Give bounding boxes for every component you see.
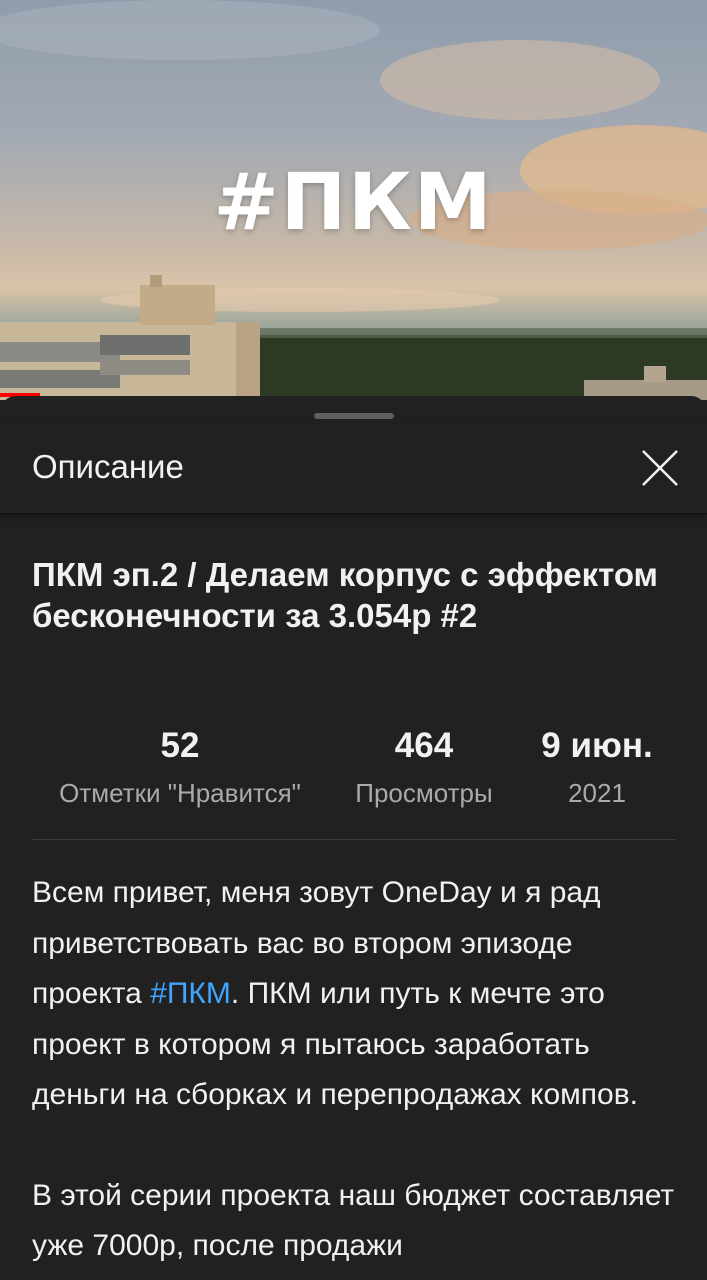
- publish-year: 2021: [568, 778, 626, 808]
- likes-stat: 52 Отметки "Нравится": [40, 726, 320, 809]
- divider: [32, 839, 676, 840]
- sheet-title: Описание: [32, 448, 184, 485]
- likes-label: Отметки "Нравится": [59, 778, 301, 808]
- description-paragraph: Всем привет, меня зовут OneDay и я рад п…: [32, 868, 682, 1121]
- views-count: 464: [394, 726, 454, 765]
- publish-date: 9 июн.: [541, 726, 653, 765]
- sheet-header: Описание: [0, 424, 707, 514]
- video-player[interactable]: #ПКМ: [0, 0, 707, 400]
- views-stat: 464 Просмотры: [334, 726, 514, 809]
- close-icon: [642, 450, 678, 486]
- views-label: Просмотры: [355, 778, 493, 808]
- description-paragraph: В этой серии проекта наш бюджет составля…: [32, 1178, 675, 1263]
- video-overlay-title: #ПКМ: [213, 158, 494, 248]
- close-button[interactable]: [634, 442, 686, 494]
- drag-handle[interactable]: [314, 413, 394, 419]
- description-text: Всем привет, меня зовут OneDay и я рад п…: [32, 868, 682, 1272]
- video-title: ПКМ эп.2 / Делаем корпус с эффектом беск…: [32, 556, 658, 634]
- date-stat: 9 июн. 2021: [527, 726, 667, 809]
- likes-count: 52: [160, 726, 200, 765]
- description-sheet: Описание ПКМ эп.2 / Делаем корпус с эффе…: [0, 396, 707, 1280]
- hashtag-link[interactable]: #ПКМ: [150, 977, 231, 1010]
